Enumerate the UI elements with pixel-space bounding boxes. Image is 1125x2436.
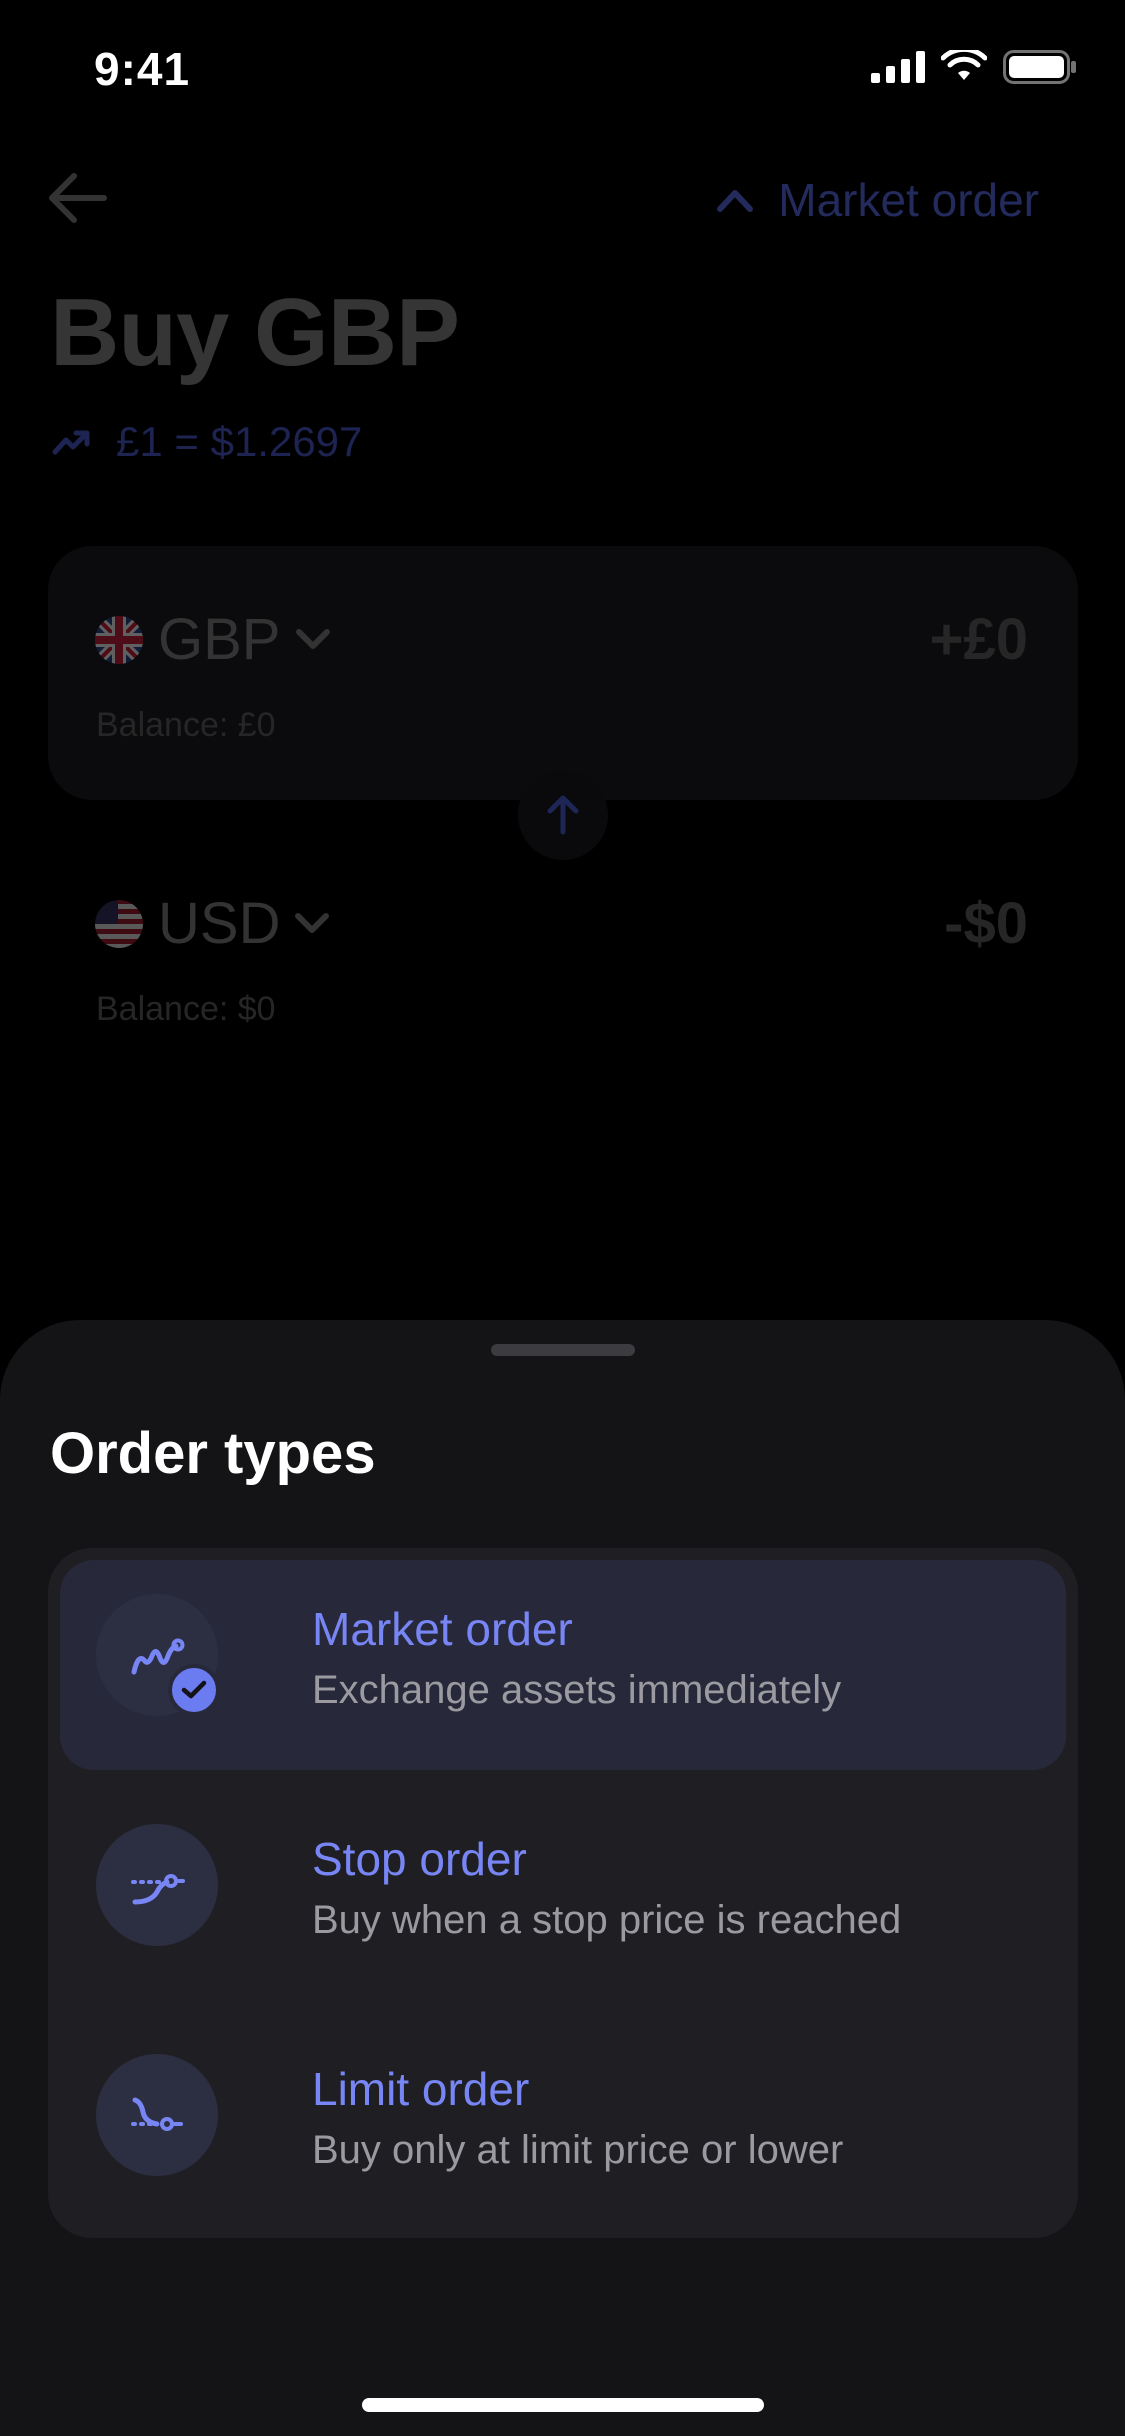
uk-flag-icon [95,615,143,664]
to-balance: Balance: $0 [96,990,276,1028]
from-balance: Balance: £0 [96,706,276,744]
option-title: Stop order [312,1833,527,1885]
to-currency-card[interactable]: USD -$0 Balance: $0 [48,830,1078,1084]
option-description: Exchange assets immediately [312,1668,842,1712]
us-flag-icon [95,899,143,948]
arrow-left-icon[interactable] [46,170,108,226]
exchange-rate-text: £1 = $1.2697 [116,418,363,465]
stop-order-icon [96,1824,218,1946]
order-option-market[interactable]: Market order Exchange assets immediately [60,1560,1066,1770]
chevron-down-icon [295,912,330,933]
option-title: Market order [312,1603,573,1655]
to-currency-code: USD [158,891,281,956]
sheet-grabber[interactable] [491,1344,635,1356]
exchange-rate: £1 = $1.2697 [52,418,362,466]
from-currency-card[interactable]: GBP +£0 Balance: £0 [48,546,1078,800]
to-amount[interactable]: -$0 [944,890,1028,957]
option-description: Buy only at limit price or lower [312,2128,844,2172]
chevron-down-icon [295,628,330,649]
trending-up-icon [52,430,90,455]
status-icons [871,50,1077,84]
from-currency-selector[interactable]: GBP [94,606,331,673]
exchange-screen: Market order Buy GBP £1 = $1.2697 GBP +£… [0,0,1125,1320]
order-type-label: Market order [778,174,1039,226]
status-time: 9:41 [94,43,191,95]
order-option-limit[interactable]: Limit order Buy only at limit price or l… [60,2020,1066,2230]
home-indicator[interactable] [362,2398,764,2412]
from-currency-code: GBP [158,607,281,672]
order-type-list: Market order Exchange assets immediately… [48,1548,1078,2238]
status-bar: 9:41 [0,0,1125,140]
wifi-icon [941,50,987,80]
order-type-toggle[interactable]: Market order [716,170,1039,230]
page-title: Buy GBP [50,279,460,386]
cellular-signal-icon [871,51,925,83]
battery-icon [1003,50,1076,84]
sheet-title: Order types [50,1421,376,1486]
to-currency-selector[interactable]: USD [94,890,330,957]
chevron-up-icon [717,190,754,212]
order-option-stop[interactable]: Stop order Buy when a stop price is reac… [60,1790,1066,2000]
limit-order-icon [96,2054,218,2176]
option-title: Limit order [312,2063,530,2115]
order-types-sheet: Order types Market order Exchange assets… [0,1320,1125,2436]
option-description: Buy when a stop price is reached [312,1898,902,1942]
from-amount[interactable]: +£0 [930,606,1028,673]
selected-check-icon [168,1664,220,1716]
